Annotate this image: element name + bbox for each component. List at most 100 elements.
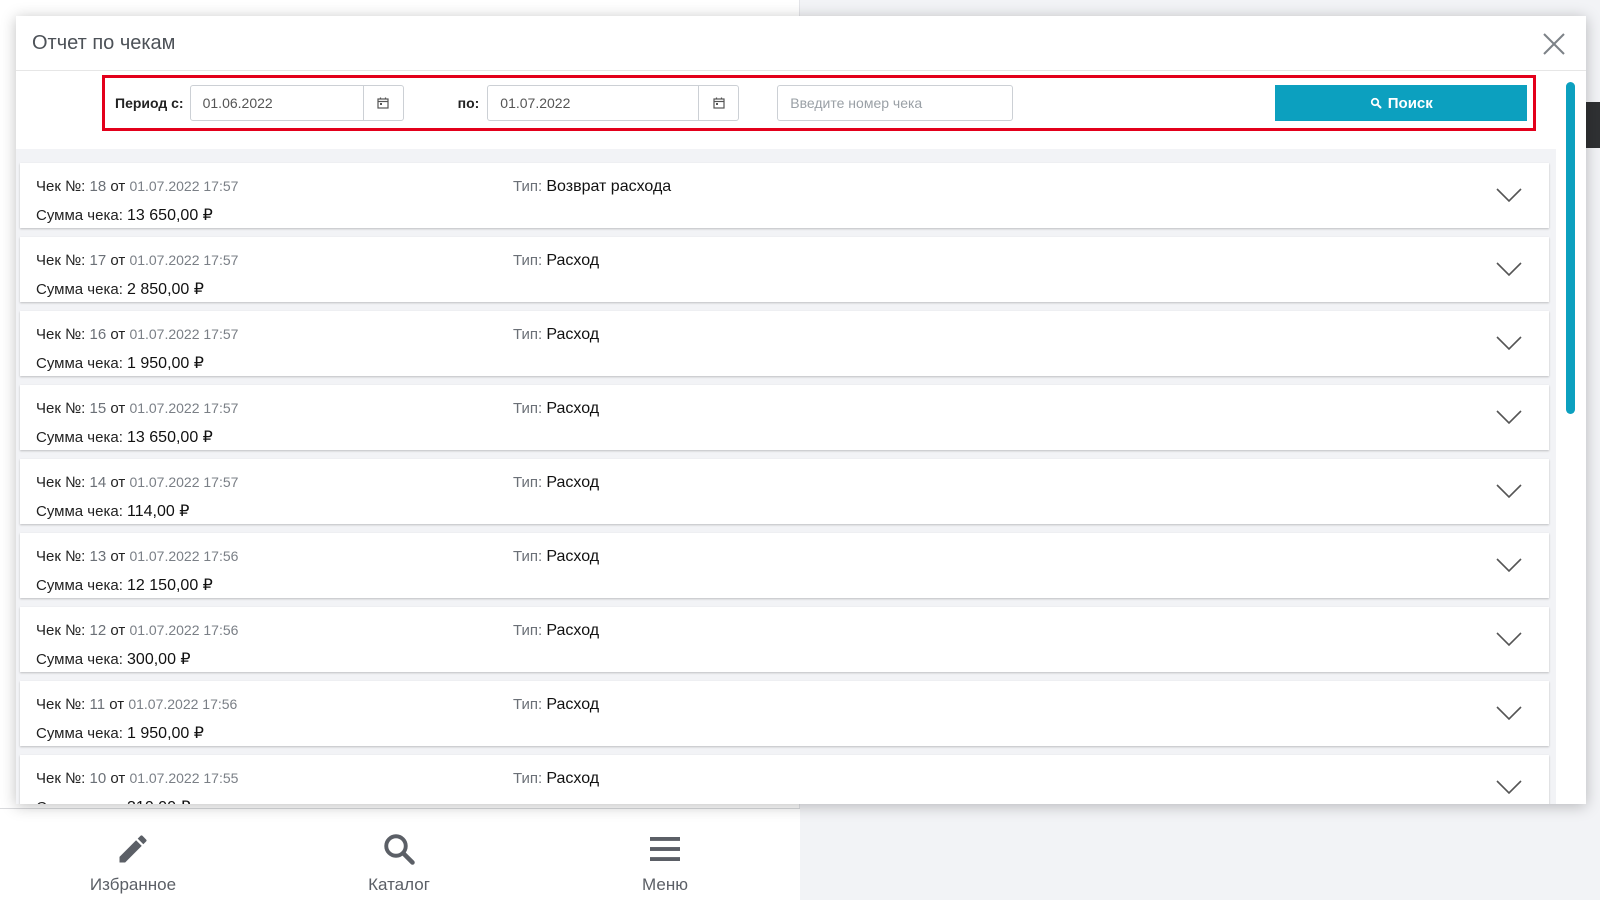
chevron-down-icon[interactable] — [1495, 261, 1523, 277]
receipt-sum: 12 150,00 ₽ — [127, 577, 213, 594]
calendar-icon[interactable] — [698, 86, 738, 120]
nav-menu-label: Меню — [642, 875, 688, 894]
receipt-number-prefix: Чек №: — [36, 696, 86, 713]
receipt-sum-line: Сумма чека: 300,00 ₽ — [36, 649, 191, 669]
nav-catalog[interactable]: Каталог — [266, 809, 532, 900]
receipt-type: Расход — [546, 622, 600, 639]
receipt-type-line: Тип: Расход — [513, 326, 599, 344]
receipt-number-prefix: Чек №: — [36, 622, 86, 639]
receipt-row[interactable]: Чек №: 12 от 01.07.2022 17:56 Сумма чека… — [20, 607, 1549, 672]
receipt-type-line: Тип: Расход — [513, 400, 599, 418]
receipt-type-line: Тип: Расход — [513, 474, 599, 492]
receipt-from-word: от — [110, 770, 126, 787]
receipt-sum-label: Сумма чека: — [36, 503, 123, 520]
receipt-datetime: 01.07.2022 17:57 — [129, 178, 239, 194]
receipt-row[interactable]: Чек №: 15 от 01.07.2022 17:57 Сумма чека… — [20, 385, 1549, 450]
receipt-datetime: 01.07.2022 17:57 — [129, 400, 239, 416]
receipt-sum-label: Сумма чека: — [36, 355, 123, 372]
receipt-title: Чек №: 15 от 01.07.2022 17:57 — [36, 400, 238, 417]
period-from-value[interactable]: 01.06.2022 — [191, 86, 363, 120]
receipt-title: Чек №: 10 от 01.07.2022 17:55 — [36, 770, 238, 787]
calendar-icon[interactable] — [362, 86, 403, 120]
receipt-sum-label: Сумма чека: — [36, 725, 123, 742]
check-number-input[interactable] — [777, 85, 1014, 121]
receipt-type: Расход — [546, 770, 600, 787]
receipt-sum-line: Сумма чека: 2 850,00 ₽ — [36, 279, 204, 299]
receipt-row[interactable]: Чек №: 13 от 01.07.2022 17:56 Сумма чека… — [20, 533, 1549, 598]
chevron-down-icon[interactable] — [1495, 483, 1523, 499]
receipt-row[interactable]: Чек №: 16 от 01.07.2022 17:57 Сумма чека… — [20, 311, 1549, 376]
receipt-type: Расход — [546, 548, 600, 565]
receipt-number-prefix: Чек №: — [36, 474, 86, 491]
receipt-title: Чек №: 13 от 01.07.2022 17:56 — [36, 548, 238, 565]
receipt-title: Чек №: 14 от 01.07.2022 17:57 — [36, 474, 238, 491]
receipt-datetime: 01.07.2022 17:56 — [129, 548, 239, 564]
chevron-down-icon[interactable] — [1495, 705, 1523, 721]
receipt-sum-label: Сумма чека: — [36, 207, 123, 224]
receipt-number-prefix: Чек №: — [36, 400, 86, 417]
receipt-number: 15 — [89, 400, 107, 417]
receipt-type: Расход — [546, 400, 600, 417]
receipt-datetime: 01.07.2022 17:57 — [129, 474, 239, 490]
period-to-field[interactable]: 01.07.2022 — [487, 85, 740, 121]
scrollbar-thumb[interactable] — [1566, 82, 1575, 414]
receipt-row[interactable]: Чек №: 14 от 01.07.2022 17:57 Сумма чека… — [20, 459, 1549, 524]
close-icon[interactable] — [1540, 30, 1568, 58]
receipt-sum: 114,00 ₽ — [127, 503, 190, 520]
receipt-type-label: Тип: — [513, 622, 543, 639]
receipt-number-prefix: Чек №: — [36, 548, 86, 565]
receipt-from-word: от — [110, 548, 126, 565]
receipt-type-line: Тип: Расход — [513, 252, 599, 270]
receipt-row[interactable]: Чек №: 10 от 01.07.2022 17:55 Сумма чека… — [20, 755, 1549, 804]
receipt-title: Чек №: 17 от 01.07.2022 17:57 — [36, 252, 238, 269]
chevron-down-icon[interactable] — [1495, 409, 1523, 425]
receipt-row[interactable]: Чек №: 11 от 01.07.2022 17:56 Сумма чека… — [20, 681, 1549, 746]
chevron-down-icon[interactable] — [1495, 557, 1523, 573]
receipt-number-prefix: Чек №: — [36, 178, 86, 195]
search-button-label: Поиск — [1387, 94, 1433, 112]
chevron-down-icon[interactable] — [1495, 631, 1523, 647]
modal-header: Отчет по чекам — [16, 16, 1586, 71]
chevron-down-icon[interactable] — [1495, 779, 1523, 795]
receipt-sum: 1 950,00 ₽ — [127, 355, 204, 372]
receipt-datetime: 01.07.2022 17:57 — [129, 252, 239, 268]
receipt-number-prefix: Чек №: — [36, 326, 86, 343]
receipt-sum-line: Сумма чека: 310,00 ₽ — [36, 797, 191, 804]
receipt-row[interactable]: Чек №: 18 от 01.07.2022 17:57 Сумма чека… — [20, 163, 1549, 228]
receipt-type-line: Тип: Расход — [513, 770, 599, 788]
receipt-sum: 310,00 ₽ — [127, 799, 191, 804]
receipt-from-word: от — [109, 696, 125, 713]
receipt-type: Расход — [546, 474, 600, 491]
search-icon — [1370, 97, 1382, 109]
receipt-sum-line: Сумма чека: 13 650,00 ₽ — [36, 205, 213, 225]
receipt-type: Возврат расхода — [546, 178, 672, 195]
receipt-number: 13 — [89, 548, 107, 565]
receipt-title: Чек №: 18 от 01.07.2022 17:57 — [36, 178, 238, 195]
side-tab — [1586, 102, 1600, 148]
nav-favorites[interactable]: Избранное — [0, 809, 266, 900]
receipt-sum-line: Сумма чека: 13 650,00 ₽ — [36, 427, 213, 447]
period-to-value[interactable]: 01.07.2022 — [488, 86, 698, 120]
receipt-datetime: 01.07.2022 17:57 — [129, 326, 239, 342]
period-from-field[interactable]: 01.06.2022 — [189, 85, 404, 121]
modal-title: Отчет по чекам — [32, 31, 176, 54]
receipt-type-label: Тип: — [513, 178, 543, 195]
chevron-down-icon[interactable] — [1495, 187, 1523, 203]
nav-catalog-label: Каталог — [368, 875, 430, 894]
search-button[interactable]: Поиск — [1275, 85, 1528, 121]
receipt-from-word: от — [110, 622, 126, 639]
receipt-type: Расход — [546, 252, 600, 269]
receipt-type-line: Тип: Расход — [513, 622, 599, 640]
chevron-down-icon[interactable] — [1495, 335, 1523, 351]
nav-menu[interactable]: Меню — [532, 809, 798, 900]
receipt-number: 10 — [89, 770, 107, 787]
receipt-row[interactable]: Чек №: 17 от 01.07.2022 17:57 Сумма чека… — [20, 237, 1549, 302]
period-from-label: Период с: — [115, 95, 184, 111]
receipt-list: Чек №: 18 от 01.07.2022 17:57 Сумма чека… — [16, 149, 1556, 804]
receipt-sum: 1 950,00 ₽ — [127, 725, 204, 742]
receipts-report-modal: Отчет по чекам Период с: 01.06.2022 по: … — [16, 16, 1586, 804]
receipt-type-label: Тип: — [513, 696, 543, 713]
receipt-title: Чек №: 16 от 01.07.2022 17:57 — [36, 326, 238, 343]
bottom-navigation: Избранное Каталог Меню — [0, 808, 800, 900]
receipt-from-word: от — [110, 326, 126, 343]
